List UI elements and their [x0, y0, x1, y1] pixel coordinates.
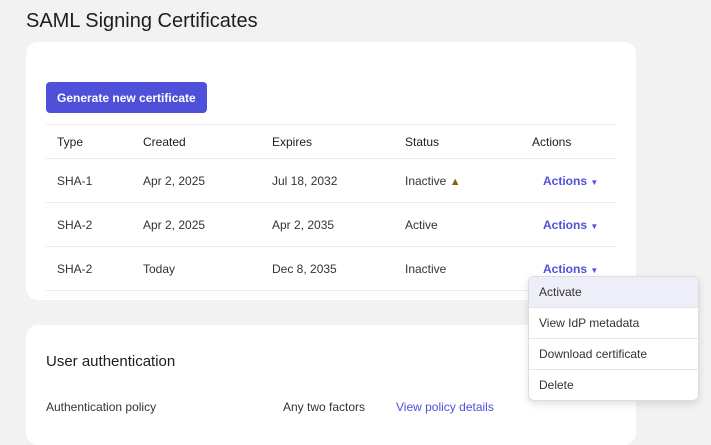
policy-value: Any two factors — [283, 400, 366, 414]
menu-item-delete[interactable]: Delete — [529, 369, 698, 400]
certificates-table: Type Created Expires Status Actions SHA-… — [46, 124, 616, 291]
generate-certificate-button[interactable]: Generate new certificate — [46, 82, 207, 113]
menu-item-download-certificate[interactable]: Download certificate — [529, 338, 698, 369]
actions-label: Actions — [543, 217, 588, 232]
chevron-down-icon: ▼ — [590, 221, 599, 231]
cell-expires: Jul 18, 2032 — [261, 158, 394, 203]
actions-label: Actions — [543, 261, 588, 276]
cell-actions: Actions ▼ — [521, 158, 616, 203]
menu-item-activate[interactable]: Activate — [529, 277, 698, 307]
column-header: Expires — [261, 124, 394, 159]
menu-item-view-idp-metadata[interactable]: View IdP metadata — [529, 307, 698, 338]
actions-dropdown-menu: Activate View IdP metadata Download cert… — [528, 276, 699, 401]
status-text: Inactive — [405, 261, 447, 276]
cell-created: Apr 2, 2025 — [132, 202, 261, 247]
chevron-down-icon: ▼ — [590, 177, 599, 187]
column-header: Status — [394, 124, 521, 159]
cell-status: Inactive ▲ — [394, 158, 521, 203]
view-policy-link[interactable]: View policy details — [396, 400, 494, 414]
warning-icon: ▲ — [449, 175, 461, 188]
cell-type: SHA-2 — [46, 202, 132, 247]
table-row: SHA-1 Apr 2, 2025 Jul 18, 2032 Inactive … — [46, 158, 616, 203]
cell-expires: Apr 2, 2035 — [261, 202, 394, 247]
status-text: Inactive — [405, 173, 447, 188]
chevron-down-icon: ▼ — [590, 265, 599, 275]
status-text: Active — [405, 217, 438, 232]
cell-type: SHA-2 — [46, 246, 132, 291]
policy-label: Authentication policy — [46, 400, 157, 414]
actions-dropdown-button[interactable]: Actions ▼ — [543, 218, 598, 232]
cell-type: SHA-1 — [46, 158, 132, 203]
column-header: Actions — [521, 124, 616, 159]
cell-status: Inactive — [394, 246, 521, 291]
section-title: User authentication — [46, 353, 176, 370]
cell-created: Apr 2, 2025 — [132, 158, 261, 203]
cell-status: Active — [394, 202, 521, 247]
page-title: SAML Signing Certificates — [26, 10, 258, 32]
cell-created: Today — [132, 246, 261, 291]
cell-expires: Dec 8, 2035 — [261, 246, 394, 291]
column-header: Type — [46, 124, 132, 159]
certificates-card: Generate new certificate Type Created Ex… — [26, 42, 636, 300]
actions-dropdown-button[interactable]: Actions ▼ — [543, 174, 598, 188]
actions-label: Actions — [543, 173, 588, 188]
table-row: SHA-2 Apr 2, 2025 Apr 2, 2035 Active Act… — [46, 202, 616, 247]
actions-dropdown-button[interactable]: Actions ▼ — [543, 262, 598, 276]
cell-actions: Actions ▼ — [521, 202, 616, 247]
column-header: Created — [132, 124, 261, 159]
